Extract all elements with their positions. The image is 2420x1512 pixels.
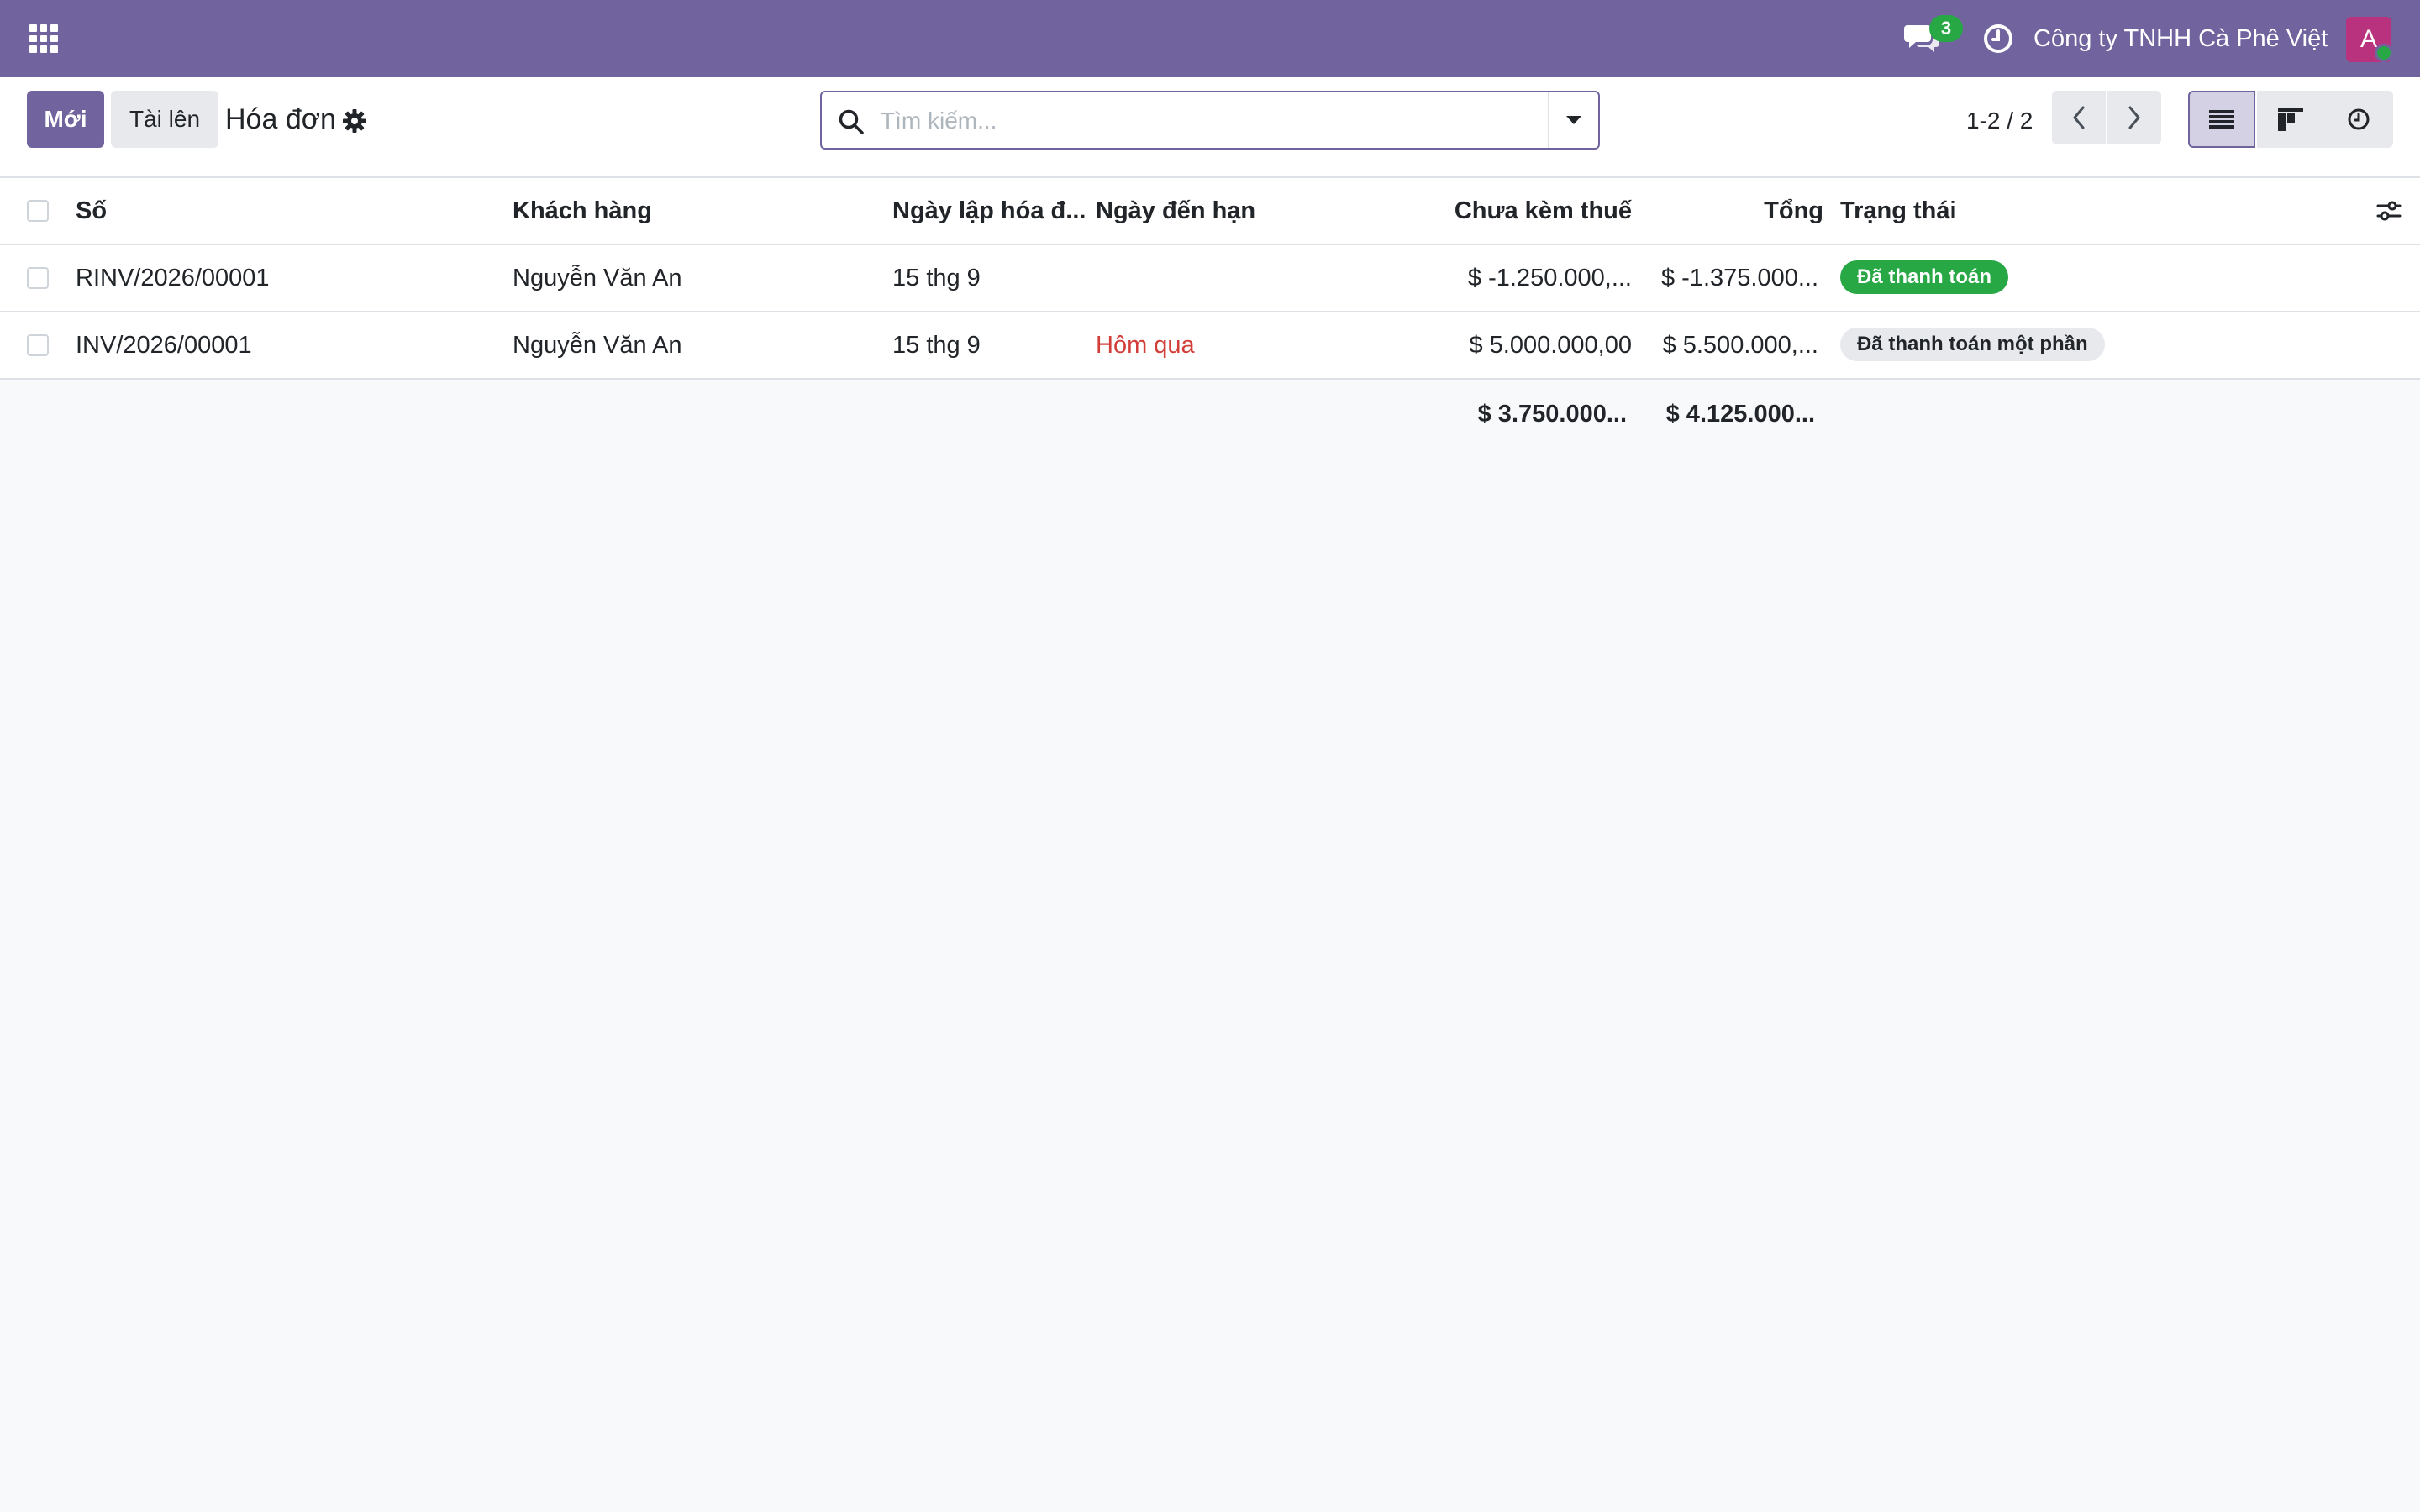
table-header: Số Khách hàng Ngày lập hóa đ... Ngày đến… [0, 178, 2420, 245]
column-header-total[interactable]: Tổng [1647, 178, 1823, 244]
gear-icon[interactable] [341, 108, 368, 134]
caret-down-icon [1566, 116, 1581, 124]
page-title: Hóa đơn [225, 103, 336, 135]
search-bar [820, 91, 1600, 150]
due-date: Hôm qua [1096, 332, 1195, 359]
top-navbar: 3 Công ty TNHH Cà Phê Việt A [0, 0, 2420, 77]
row-checkbox[interactable] [27, 334, 49, 356]
table-row[interactable]: RINV/2026/00001 Nguyễn Văn An 15 thg 9 $… [0, 245, 2420, 312]
untaxed-amount: $ 5.000.000,00 [1469, 332, 1632, 359]
customer-name: Nguyễn Văn An [513, 265, 682, 291]
invoice-number: INV/2026/00001 [76, 332, 252, 359]
totals-row: $ 3.750.000... $ 4.125.000... [0, 381, 2420, 447]
pager-previous-button[interactable] [2052, 91, 2106, 144]
due-date [1096, 245, 1348, 311]
status-badge: Đã thanh toán một phần [1840, 328, 2105, 361]
chevron-right-icon [2128, 106, 2140, 129]
search-options-toggle[interactable] [1548, 92, 1598, 148]
search-input[interactable] [881, 101, 1519, 141]
activity-view-button[interactable] [2324, 91, 2393, 148]
total-amount: $ 5.500.000,... [1662, 332, 1818, 359]
chat-count-badge: 3 [1929, 15, 1963, 42]
column-header-number[interactable]: Số [76, 178, 479, 244]
list-icon [2209, 110, 2234, 129]
column-header-untaxed[interactable]: Chưa kèm thuế [1428, 178, 1632, 244]
customer-name: Nguyễn Văn An [513, 332, 682, 359]
apps-grid-icon [29, 24, 58, 53]
list-view-button[interactable] [2188, 91, 2255, 148]
upload-button[interactable]: Tài lên [111, 91, 218, 148]
clock-icon [2348, 108, 2370, 130]
new-button[interactable]: Mới [27, 91, 104, 148]
kanban-view-button[interactable] [2257, 91, 2324, 148]
apps-menu-button[interactable] [18, 15, 69, 62]
invoice-date: 15 thg 9 [892, 265, 981, 291]
control-panel: Mới Tài lên Hóa đơn Tìm kiếm... 1-2 / 2 [0, 77, 2420, 178]
untaxed-total: $ 3.750.000... [1477, 401, 1627, 428]
column-header-invoice-date[interactable]: Ngày lập hóa đ... [892, 178, 1086, 244]
clock-icon[interactable] [1981, 22, 2015, 55]
total-amount: $ -1.375.000... [1660, 265, 1818, 291]
optional-columns-icon[interactable] [2375, 197, 2403, 225]
untaxed-amount: $ -1.250.000,... [1467, 265, 1632, 291]
table-row[interactable]: INV/2026/00001 Nguyễn Văn An 15 thg 9 Hô… [0, 312, 2420, 380]
company-switcher[interactable]: Công ty TNHH Cà Phê Việt [2033, 22, 2328, 55]
column-header-due-date[interactable]: Ngày đến hạn [1096, 178, 1348, 244]
invoice-number: RINV/2026/00001 [76, 265, 270, 291]
select-all-checkbox[interactable] [27, 200, 49, 222]
column-header-status[interactable]: Trạng thái [1840, 178, 2092, 244]
pager-next-button[interactable] [2107, 91, 2161, 144]
kanban-icon [2278, 108, 2303, 131]
online-status-dot [2375, 44, 2393, 62]
status-badge: Đã thanh toán [1840, 260, 2008, 294]
invoice-date: 15 thg 9 [892, 332, 981, 359]
chevron-left-icon [2073, 106, 2085, 129]
pager-value[interactable]: 1-2 / 2 [1966, 104, 2033, 138]
row-checkbox[interactable] [27, 267, 49, 289]
grand-total: $ 4.125.000... [1665, 401, 1815, 428]
column-header-customer[interactable]: Khách hàng [513, 178, 882, 244]
search-icon [837, 108, 865, 136]
